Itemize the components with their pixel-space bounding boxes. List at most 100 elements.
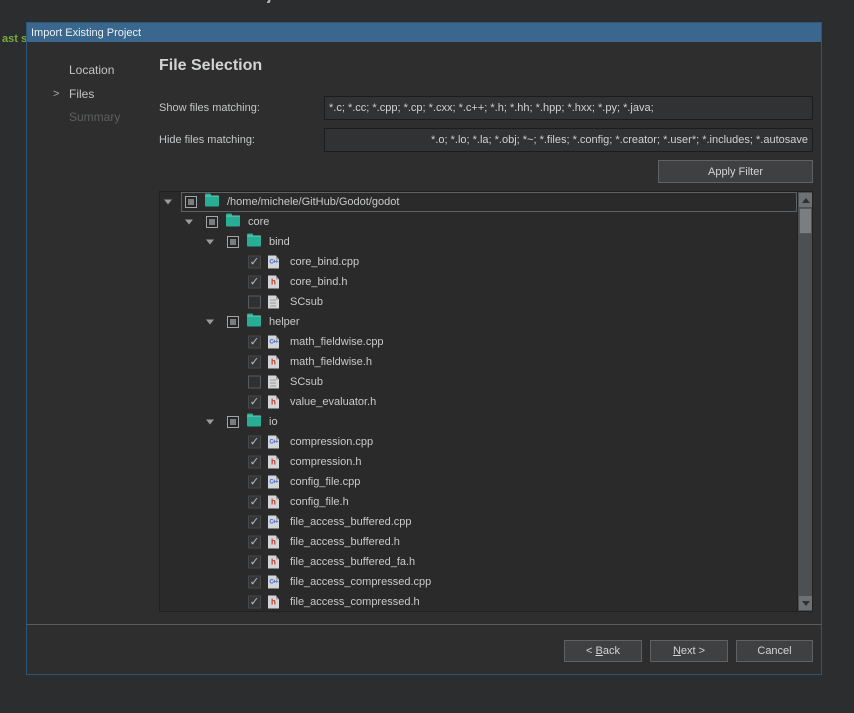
folder-icon [226, 216, 240, 227]
footer-separator [27, 624, 821, 625]
checked-checkbox[interactable]: ✓ [248, 356, 261, 369]
cpp-file-icon: C++ [268, 576, 279, 589]
header-file-icon: h [268, 456, 279, 469]
tree-row[interactable]: SCsub [160, 372, 797, 392]
dialog-titlebar[interactable]: Import Existing Project [27, 23, 821, 42]
tree-row-label[interactable]: SCsub [290, 296, 323, 308]
tree-row[interactable]: ✓C++config_file.cpp [160, 472, 797, 492]
tree-row-label[interactable]: file_access_compressed.cpp [290, 576, 431, 588]
file-type-glyph: C++ [269, 259, 277, 265]
folder-icon [247, 236, 261, 247]
tree-row-label[interactable]: file_access_compressed.h [290, 596, 420, 608]
tree-row[interactable]: core [160, 212, 797, 232]
next-button[interactable]: Next > [650, 640, 728, 662]
tree-row-label[interactable]: math_fieldwise.cpp [290, 336, 384, 348]
checked-checkbox[interactable]: ✓ [248, 596, 261, 609]
checked-checkbox[interactable]: ✓ [248, 336, 261, 349]
tree-row[interactable]: helper [160, 312, 797, 332]
apply-filter-button[interactable]: Apply Filter [658, 160, 813, 183]
checked-checkbox[interactable]: ✓ [248, 556, 261, 569]
tree-row-label[interactable]: config_file.h [290, 496, 349, 508]
tree-row-label[interactable]: /home/michele/GitHub/Godot/godot [227, 196, 399, 208]
file-type-glyph: h [271, 358, 276, 367]
header-file-icon: h [268, 496, 279, 509]
folder-icon [247, 316, 261, 327]
tree-row[interactable]: ✓hfile_access_buffered.h [160, 532, 797, 552]
tree-row-label[interactable]: io [269, 416, 278, 428]
cancel-button[interactable]: Cancel [736, 640, 813, 662]
chevron-down-icon[interactable] [206, 420, 214, 425]
tree-row-label[interactable]: helper [269, 316, 300, 328]
checked-checkbox[interactable]: ✓ [248, 496, 261, 509]
scroll-down-icon [802, 601, 810, 606]
tree-row[interactable]: ✓ h math_fieldwise.h [160, 352, 797, 372]
header-file-icon: h [268, 556, 279, 569]
tree-scrollbar[interactable] [797, 192, 812, 611]
tree-row[interactable]: ✓ h file_access_compressed.h [160, 592, 797, 611]
back-button[interactable]: < Back [564, 640, 642, 662]
scrollbar-thumb[interactable] [799, 208, 812, 234]
tree-row-label[interactable]: compression.cpp [290, 436, 373, 448]
checked-checkbox[interactable]: ✓ [248, 396, 261, 409]
checked-checkbox[interactable]: ✓ [248, 456, 261, 469]
scrollbar-down-button[interactable] [799, 596, 812, 610]
page-title: File Selection [159, 57, 262, 75]
tree-row[interactable]: ✓ C++ math_fieldwise.cpp [160, 332, 797, 352]
cpp-file-icon: C++ [268, 436, 279, 449]
checked-checkbox[interactable]: ✓ [248, 516, 261, 529]
tree-row-label[interactable]: bind [269, 236, 290, 248]
tree-row[interactable]: ✓ C++ compression.cpp [160, 432, 797, 452]
header-file-icon: h [268, 276, 279, 289]
tree-row-label[interactable]: file_access_buffered.cpp [290, 516, 412, 528]
file-type-glyph: h [271, 558, 276, 567]
show-files-input[interactable]: *.c; *.cc; *.cpp; *.cp; *.cxx; *.c++; *.… [324, 96, 813, 120]
chevron-down-icon[interactable] [164, 200, 172, 205]
partial-checkbox[interactable] [206, 216, 218, 228]
tree-row[interactable]: ✓ h file_access_buffered_fa.h [160, 552, 797, 572]
tree-row[interactable]: /home/michele/GitHub/Godot/godot [160, 192, 797, 212]
file-icon [268, 376, 279, 389]
chevron-down-icon[interactable] [206, 240, 214, 245]
header-file-icon: h [268, 596, 279, 609]
checked-checkbox[interactable]: ✓ [248, 536, 261, 549]
tree-row-label[interactable]: file_access_buffered_fa.h [290, 556, 415, 568]
unchecked-checkbox[interactable] [248, 296, 261, 309]
checked-checkbox[interactable]: ✓ [248, 436, 261, 449]
session-link-fragment[interactable]: ast s [2, 33, 28, 45]
checked-checkbox[interactable]: ✓ [248, 576, 261, 589]
unchecked-checkbox[interactable] [248, 376, 261, 389]
tree-row-label[interactable]: core_bind.cpp [290, 256, 359, 268]
partial-checkbox[interactable] [227, 236, 239, 248]
checked-checkbox[interactable]: ✓ [248, 276, 261, 289]
tree-row-label[interactable]: core_bind.h [290, 276, 348, 288]
tree-row[interactable]: ✓ h compression.h [160, 452, 797, 472]
tree-row[interactable]: SCsub [160, 292, 797, 312]
chevron-down-icon[interactable] [185, 220, 193, 225]
tree-row[interactable]: ✓C++file_access_buffered.cpp [160, 512, 797, 532]
partial-checkbox[interactable] [185, 196, 197, 208]
tree-row[interactable]: ✓ C++ core_bind.cpp [160, 252, 797, 272]
scrollbar-up-button[interactable] [799, 193, 812, 207]
tree-row-label[interactable]: core [248, 216, 269, 228]
tree-row[interactable]: ✓ C++ file_access_compressed.cpp [160, 572, 797, 592]
chevron-down-icon[interactable] [206, 320, 214, 325]
tree-row[interactable]: ✓hvalue_evaluator.h [160, 392, 797, 412]
dialog-title: Import Existing Project [31, 27, 141, 39]
tree-row[interactable]: bind [160, 232, 797, 252]
tree-row-label[interactable]: config_file.cpp [290, 476, 360, 488]
checked-checkbox[interactable]: ✓ [248, 256, 261, 269]
tree-row[interactable]: io [160, 412, 797, 432]
partial-checkbox[interactable] [227, 416, 239, 428]
tree-row[interactable]: ✓ h core_bind.h [160, 272, 797, 292]
tree-row-label[interactable]: file_access_buffered.h [290, 536, 400, 548]
tree-row-label[interactable]: value_evaluator.h [290, 396, 376, 408]
file-type-glyph: C++ [269, 339, 277, 345]
import-existing-project-dialog: Import Existing Project Location >Files … [26, 22, 822, 675]
tree-row-label[interactable]: math_fieldwise.h [290, 356, 372, 368]
hide-files-input[interactable]: *.o; *.lo; *.la; *.obj; *~; *.files; *.c… [324, 128, 813, 152]
tree-row[interactable]: ✓ h config_file.h [160, 492, 797, 512]
tree-row-label[interactable]: compression.h [290, 456, 362, 468]
checked-checkbox[interactable]: ✓ [248, 476, 261, 489]
tree-row-label[interactable]: SCsub [290, 376, 323, 388]
partial-checkbox[interactable] [227, 316, 239, 328]
